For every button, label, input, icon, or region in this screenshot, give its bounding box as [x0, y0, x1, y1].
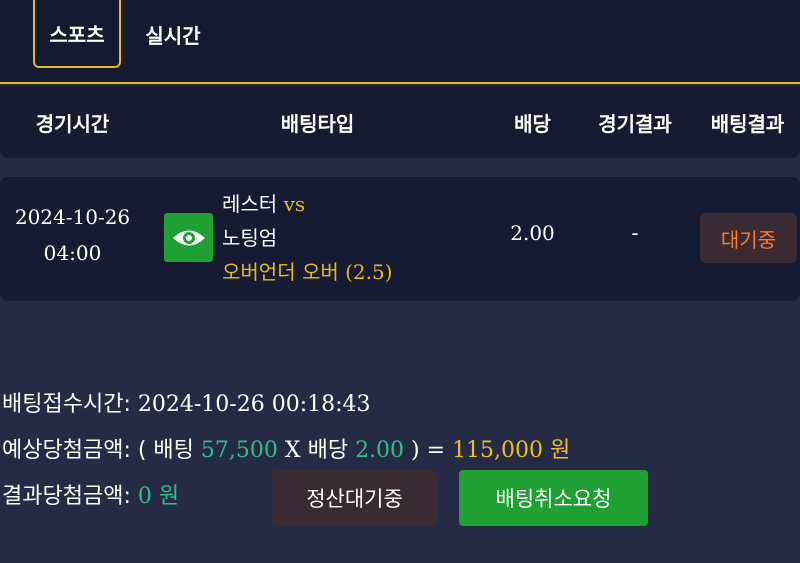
- open-paren: ( 배팅: [137, 438, 194, 463]
- odds-label: 배당: [307, 438, 349, 463]
- away-team: 노팅엄: [222, 226, 278, 250]
- pick-value: (2.5): [345, 260, 393, 284]
- bet-pick: 오버언더 오버 (2.5): [222, 255, 482, 289]
- header-game-time: 경기시간: [35, 111, 110, 136]
- table-header: 경기시간 배팅타입 배당 경기결과 배팅결과: [0, 86, 800, 158]
- game-date: 2024-10-26: [14, 205, 131, 229]
- game-time: 04:00: [43, 241, 102, 265]
- received-value: 2024-10-26 00:18:43: [137, 392, 371, 417]
- received-label: 배팅접수시간:: [2, 392, 131, 417]
- times-sign: X: [284, 438, 301, 463]
- received-time-line: 배팅접수시간: 2024-10-26 00:18:43: [2, 386, 371, 418]
- odds-value: 2.00: [510, 221, 555, 245]
- expected-label: 예상당첨금액:: [2, 438, 131, 463]
- cancel-bet-button[interactable]: 배팅취소요청: [459, 470, 648, 526]
- match-info: 레스터 vs 노팅엄 오버언더 오버 (2.5): [222, 187, 482, 289]
- tab-sports[interactable]: 스포츠: [33, 0, 121, 68]
- result-value: 0 원: [137, 484, 180, 509]
- header-odds: 배당: [514, 111, 551, 136]
- game-result-value: -: [631, 221, 639, 245]
- tab-live[interactable]: 실시간: [128, 0, 218, 68]
- top-nav: 스포츠 실시간: [0, 0, 800, 84]
- bet-amount: 57,500: [200, 438, 278, 463]
- pick-label: 오버언더 오버: [222, 260, 339, 284]
- result-payout-line: 결과당첨금액: 0 원: [2, 478, 179, 510]
- settlement-pending-button[interactable]: 정산대기중: [272, 470, 437, 526]
- expected-payout-line: 예상당첨금액: ( 배팅 57,500 X 배당 2.00 ) = 115,00…: [2, 432, 570, 464]
- header-bet-result: 배팅결과: [710, 111, 785, 136]
- game-datetime: 2024-10-26 04:00: [0, 199, 145, 271]
- eye-icon: [164, 213, 213, 262]
- summary-odds: 2.00: [355, 438, 405, 463]
- header-bet-type: 배팅타입: [280, 111, 355, 136]
- status-badge: 대기중: [700, 213, 797, 263]
- vs-label: vs: [283, 192, 306, 216]
- expected-payout: 115,000 원: [452, 438, 571, 463]
- header-game-result: 경기결과: [598, 111, 672, 136]
- result-label: 결과당첨금액:: [2, 484, 131, 509]
- home-team: 레스터: [222, 192, 278, 216]
- table-row: 2024-10-26 04:00 레스터 vs 노팅엄 오버언더 오버 (2.5…: [0, 177, 800, 301]
- close-paren: ) =: [411, 438, 446, 463]
